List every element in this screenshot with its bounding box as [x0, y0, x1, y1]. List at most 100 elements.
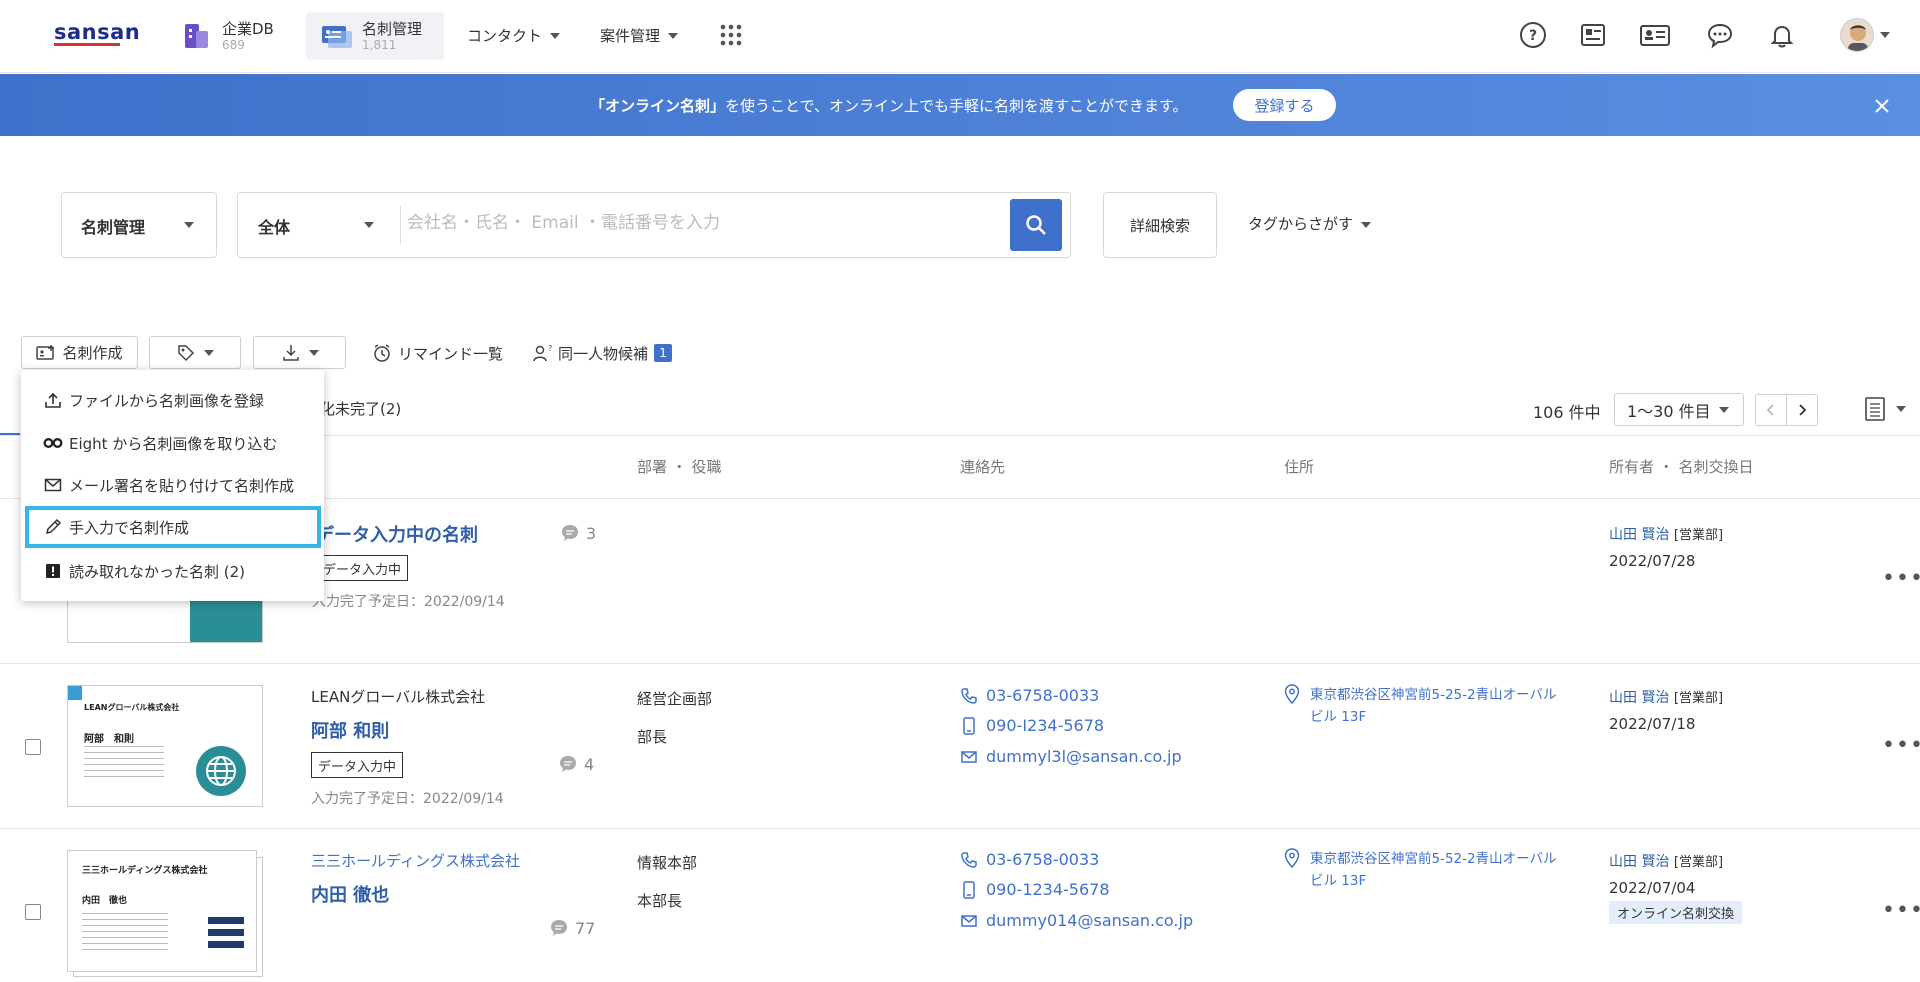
menu-item-upload-file[interactable]: ファイルから名刺画像を登録 — [21, 379, 324, 421]
owner-name[interactable]: 山田 賢治 [営業部] — [1609, 687, 1723, 707]
column-header-address[interactable]: 住所 — [1284, 456, 1314, 477]
next-page-button[interactable] — [1786, 394, 1818, 426]
user-menu[interactable] — [1840, 18, 1890, 52]
phone-icon — [961, 687, 977, 704]
chevron-down-icon — [1361, 221, 1372, 228]
nav-count: 1,811 — [362, 38, 397, 52]
menu-item-label: 手入力で名刺作成 — [69, 518, 190, 537]
search-input[interactable] — [405, 193, 1005, 253]
exchange-date: 2022/07/04 — [1609, 879, 1696, 897]
search-icon — [1026, 215, 1046, 235]
menu-item-label: Eight から名刺画像を取り込む — [69, 434, 278, 453]
chevron-down-icon — [364, 222, 374, 228]
more-actions-icon[interactable]: ••• — [1882, 566, 1920, 591]
download-button[interactable] — [253, 336, 346, 369]
chat-icon[interactable] — [1703, 18, 1737, 52]
phone-icon — [961, 851, 977, 868]
row-checkbox[interactable] — [25, 739, 41, 755]
bell-icon[interactable] — [1765, 18, 1799, 52]
close-icon[interactable] — [1870, 94, 1894, 118]
nav-company-db[interactable]: 企業DB 689 — [168, 12, 288, 60]
my-card-icon[interactable] — [1638, 18, 1672, 52]
search-button[interactable] — [1010, 199, 1062, 251]
tab-incomplete[interactable]: 化未完了(2) — [320, 398, 401, 419]
address-link[interactable]: 東京都渋谷区神宮前5-25-2青山オーバル ビル 13F — [1310, 684, 1600, 728]
menu-item-unreadable-cards[interactable]: 読み取れなかった名刺 (2) — [21, 550, 324, 592]
phone-link[interactable]: 03-6758-0033 — [960, 850, 1099, 869]
duplicate-candidates-link[interactable]: ? 同一人物候補 1 — [532, 340, 673, 366]
phone-link[interactable]: 03-6758-0033 — [960, 686, 1099, 705]
nav-label: 案件管理 — [600, 27, 661, 45]
sansan-logo[interactable]: sansan — [54, 20, 140, 44]
comment-icon — [560, 756, 576, 772]
card-thumbnail[interactable]: LEANグローバル株式会社 阿部 和則 — [67, 685, 263, 807]
more-actions-icon[interactable]: ••• — [1882, 733, 1920, 758]
chevron-down-icon — [1896, 406, 1906, 412]
person-name[interactable]: 阿部 和則 — [311, 717, 389, 743]
job-title: 部長 — [637, 728, 668, 746]
divider — [0, 828, 1920, 829]
nav-label: 企業DB — [222, 20, 274, 38]
department: 情報本部 — [637, 854, 698, 872]
person-question-icon: ? — [533, 344, 552, 362]
card-thumbnail[interactable]: 三三ホールディングス株式会社 内田 徹也 — [67, 850, 257, 972]
avatar — [1840, 18, 1874, 52]
chevron-down-icon — [308, 349, 319, 356]
tag-search-dropdown[interactable]: タグからさがす — [1248, 213, 1372, 234]
apps-grid-icon[interactable] — [714, 18, 748, 52]
mobile-link[interactable]: 090-1234-5678 — [960, 880, 1110, 899]
tag-icon — [178, 344, 195, 361]
filter-label: 全体 — [258, 218, 291, 237]
download-icon — [282, 344, 299, 361]
remind-list-link[interactable]: リマインド一覧 — [372, 340, 503, 366]
menu-item-label: メール署名を貼り付けて名刺作成 — [69, 476, 295, 495]
owner-name[interactable]: 山田 賢治 [営業部] — [1609, 524, 1723, 544]
scope-select[interactable]: 名刺管理 — [61, 192, 217, 258]
nav-deals[interactable]: 案件管理 — [586, 12, 692, 60]
map-pin-icon[interactable] — [1284, 684, 1300, 704]
company-name[interactable]: 三三ホールディングス株式会社 — [311, 850, 520, 871]
menu-item-email-signature[interactable]: メール署名を貼り付けて名刺作成 — [21, 464, 324, 506]
email-link[interactable]: dummy014@sansan.co.jp — [960, 911, 1193, 930]
due-date: 入力完了予定日：2022/09/14 — [311, 791, 504, 807]
create-card-button[interactable]: 名刺作成 — [21, 336, 138, 369]
email-link[interactable]: dummyl3l@sansan.co.jp — [960, 747, 1182, 766]
comment-count[interactable]: 77 — [549, 918, 595, 938]
column-header-contact[interactable]: 連絡先 — [960, 456, 1005, 477]
map-pin-icon[interactable] — [1284, 848, 1300, 868]
page-range-select[interactable]: 1〜30 件目 — [1614, 393, 1744, 426]
company-name[interactable]: LEANグローバル株式会社 — [311, 686, 485, 707]
detail-search-button[interactable]: 詳細検索 — [1103, 192, 1217, 258]
banner-message: 「オンライン名刺」を使うことで、オンライン上でも手軽に名刺を渡すことができます。 — [590, 97, 1188, 115]
register-button[interactable]: 登録する — [1233, 89, 1336, 121]
nav-contact[interactable]: コンタクト — [453, 12, 574, 60]
mobile-icon — [963, 880, 975, 899]
column-header-owner[interactable]: 所有者 ・ 名刺交換日 — [1609, 456, 1754, 477]
news-icon[interactable] — [1576, 18, 1610, 52]
row-checkbox[interactable] — [25, 904, 41, 920]
filter-select[interactable]: 全体 — [238, 193, 400, 257]
comment-count[interactable]: 4 — [558, 754, 594, 774]
menu-item-import-eight[interactable]: Eight から名刺画像を取り込む — [21, 422, 324, 464]
person-name[interactable]: 内田 徹也 — [311, 881, 389, 907]
chevron-down-icon — [668, 33, 679, 39]
nav-card-management[interactable]: 名刺管理 1,811 — [306, 12, 444, 60]
help-icon[interactable]: ? — [1516, 18, 1550, 52]
menu-item-manual-entry[interactable]: 手入力で名刺作成 — [25, 506, 321, 548]
tag-button[interactable] — [149, 336, 241, 369]
column-header-dept[interactable]: 部署 ・ 役職 — [637, 456, 722, 477]
more-actions-icon[interactable]: ••• — [1882, 898, 1920, 923]
chevron-down-icon — [1880, 32, 1890, 38]
person-name[interactable]: データ入力中の名刺 — [316, 521, 478, 547]
nav-label: コンタクト — [467, 27, 543, 45]
address-link[interactable]: 東京都渋谷区神宮前5-52-2青山オーバル ビル 13F — [1310, 848, 1600, 892]
comment-count[interactable]: 3 — [560, 523, 596, 543]
menu-item-label: ファイルから名刺画像を登録 — [69, 391, 265, 410]
mobile-link[interactable]: 090-I234-5678 — [960, 716, 1104, 735]
svg-text:?: ? — [548, 344, 552, 353]
comment-icon — [551, 920, 567, 936]
view-toggle[interactable] — [1864, 393, 1914, 425]
divider — [400, 206, 401, 244]
owner-name[interactable]: 山田 賢治 [営業部] — [1609, 851, 1723, 871]
prev-page-button[interactable] — [1755, 394, 1787, 426]
